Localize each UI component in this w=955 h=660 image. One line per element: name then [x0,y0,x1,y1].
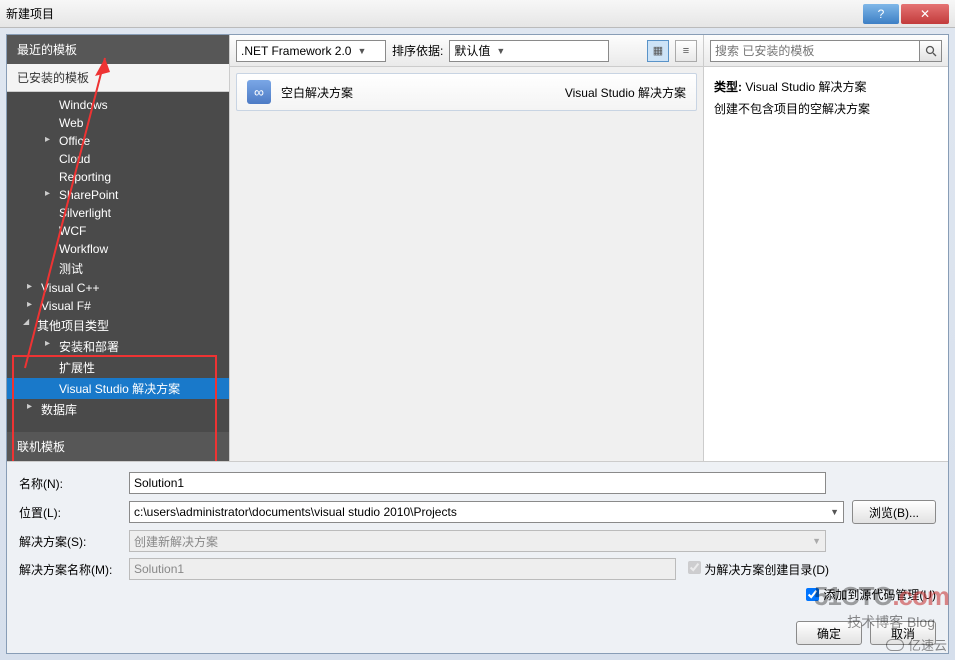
tree-reporting[interactable]: Reporting [7,168,229,186]
window-title: 新建项目 [6,5,54,22]
templates-sidebar: 最近的模板 已安装的模板 Windows Web Office Cloud Re… [7,35,229,461]
tree-cloud[interactable]: Cloud [7,150,229,168]
installed-templates-header[interactable]: 已安装的模板 [7,64,229,92]
tree-database[interactable]: 数据库 [7,399,229,420]
template-name: 空白解决方案 [281,84,353,101]
tree-workflow[interactable]: Workflow [7,240,229,258]
framework-value: .NET Framework 2.0 [241,44,351,58]
template-tree: Windows Web Office Cloud Reporting Share… [7,92,229,432]
template-list: ∞ 空白解决方案 Visual Studio 解决方案 [230,67,703,461]
template-description: 创建不包含项目的空解决方案 [714,99,938,121]
chevron-down-icon: ▼ [357,46,366,56]
create-dir-checkbox: 为解决方案创建目录(D) [688,563,829,577]
solution-combo: 创建新解决方案 ▼ [129,530,826,552]
view-small-icons[interactable]: ≡ [675,40,697,62]
tree-test[interactable]: 测试 [7,258,229,279]
titlebar: 新建项目 ? ✕ [0,0,955,28]
search-icon [925,45,937,57]
help-button[interactable]: ? [863,4,899,24]
tree-extensibility[interactable]: 扩展性 [7,357,229,378]
tree-other-project-types[interactable]: 其他项目类型 [7,315,229,336]
view-medium-icons[interactable]: ▦ [647,40,669,62]
solution-icon: ∞ [247,80,271,104]
solution-name-field [129,558,676,580]
location-combo[interactable]: c:\users\administrator\documents\visual … [129,501,844,523]
add-scc-checkbox[interactable]: 添加到源代码管理(U) [806,586,936,603]
sort-by-label: 排序依据: [392,42,443,59]
tree-windows[interactable]: Windows [7,96,229,114]
tree-office[interactable]: Office [7,132,229,150]
framework-combo[interactable]: .NET Framework 2.0 ▼ [236,40,386,62]
tree-silverlight[interactable]: Silverlight [7,204,229,222]
tree-web[interactable]: Web [7,114,229,132]
chevron-down-icon: ▼ [812,536,821,546]
tree-sharepoint[interactable]: SharePoint [7,186,229,204]
search-input[interactable] [710,40,920,62]
online-templates-header[interactable]: 联机模板 [7,432,229,461]
dialog-body: 最近的模板 已安装的模板 Windows Web Office Cloud Re… [0,28,955,660]
recent-templates-header[interactable]: 最近的模板 [7,35,229,64]
solution-value: 创建新解决方案 [134,533,218,550]
tree-wcf[interactable]: WCF [7,222,229,240]
center-toolbar: .NET Framework 2.0 ▼ 排序依据: 默认值 ▼ ▦ ≡ [230,35,703,67]
type-value: Visual Studio 解决方案 [745,80,866,94]
bottom-form: 名称(N): 位置(L): c:\users\administrator\doc… [7,461,948,613]
close-button[interactable]: ✕ [901,4,949,24]
template-item-blank-solution[interactable]: ∞ 空白解决方案 Visual Studio 解决方案 [236,73,697,111]
center-pane: .NET Framework 2.0 ▼ 排序依据: 默认值 ▼ ▦ ≡ ∞ 空… [229,35,704,461]
search-button[interactable] [920,40,942,62]
name-label: 名称(N): [19,475,129,492]
sort-combo[interactable]: 默认值 ▼ [449,40,609,62]
sort-value: 默认值 [454,42,490,59]
tree-visual-fsharp[interactable]: Visual F# [7,297,229,315]
chevron-down-icon: ▼ [830,507,839,517]
right-pane: 类型: Visual Studio 解决方案 创建不包含项目的空解决方案 [704,35,948,461]
location-value: c:\users\administrator\documents\visual … [134,505,457,519]
name-field[interactable] [129,472,826,494]
type-label: 类型: [714,80,742,94]
template-lang: Visual Studio 解决方案 [565,84,686,101]
browse-button[interactable]: 浏览(B)... [852,500,936,524]
tree-visual-cpp[interactable]: Visual C++ [7,279,229,297]
dialog-buttons: 确定 取消 [7,613,948,653]
location-label: 位置(L): [19,504,129,521]
tree-setup-deploy[interactable]: 安装和部署 [7,336,229,357]
cancel-button[interactable]: 取消 [870,621,936,645]
solution-name-label: 解决方案名称(M): [19,561,129,578]
solution-label: 解决方案(S): [19,533,129,550]
ok-button[interactable]: 确定 [796,621,862,645]
chevron-down-icon: ▼ [496,46,505,56]
tree-vs-solutions[interactable]: Visual Studio 解决方案 [7,378,229,399]
